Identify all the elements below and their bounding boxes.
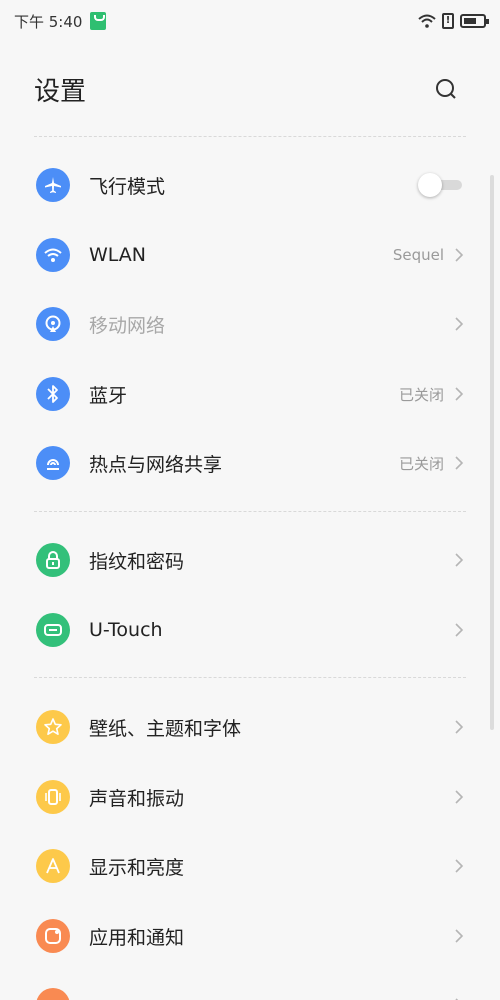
settings-row-label: 移动网络: [89, 314, 166, 337]
wifi-icon: [36, 238, 70, 272]
chevron-right-icon: [455, 387, 464, 401]
wlan-network-name: Sequel: [392, 246, 444, 264]
vibrate-icon: [36, 780, 70, 814]
chevron-right-icon: [455, 859, 464, 873]
display-icon: [36, 849, 70, 883]
hotspot-status: 已关闭: [398, 454, 444, 473]
settings-row-hotspot[interactable]: 热点与网络共享 已关闭: [0, 428, 500, 498]
utouch-icon: [36, 613, 70, 647]
settings-row-display-brightness[interactable]: 显示和亮度: [0, 831, 500, 901]
settings-row-airplane-mode[interactable]: 飞行模式: [0, 150, 500, 220]
settings-row-bluetooth[interactable]: 蓝牙 已关闭: [0, 359, 500, 429]
star-icon: [36, 710, 70, 744]
page-title: 设置: [34, 76, 87, 107]
battery-icon: [460, 14, 489, 28]
settings-row-label: 壁纸、主题和字体: [89, 717, 242, 740]
alert-icon: !: [442, 13, 454, 29]
wifi-status-icon: [418, 14, 436, 28]
chevron-right-icon: [455, 553, 464, 567]
section-divider: [34, 136, 466, 137]
apps-icon: [36, 919, 70, 953]
search-button[interactable]: [426, 69, 466, 109]
page-header: 设置: [0, 42, 500, 136]
chevron-right-icon: [455, 317, 464, 331]
settings-row-mobile-network[interactable]: 移动网络: [0, 289, 500, 359]
bluetooth-icon: [36, 377, 70, 411]
settings-row-wlan[interactable]: WLAN Sequel: [0, 220, 500, 290]
settings-row-label: 热点与网络共享: [89, 453, 223, 476]
settings-row-label: 应用和通知: [89, 926, 185, 949]
mobile-network-icon: [36, 307, 70, 341]
partial-row-icon: [36, 988, 70, 1000]
chevron-right-icon: [455, 720, 464, 734]
hotspot-icon: [36, 446, 70, 480]
chevron-right-icon: [455, 248, 464, 262]
settings-row-label: 蓝牙: [89, 384, 128, 407]
section-divider: [34, 677, 466, 678]
airplane-mode-toggle[interactable]: [418, 172, 464, 198]
airplane-icon: [36, 168, 70, 202]
settings-row-label: 声音和振动: [89, 787, 185, 810]
status-icons: !: [418, 13, 489, 29]
settings-row-sound-vibration[interactable]: 声音和振动: [0, 762, 500, 832]
settings-row-label: U-Touch: [89, 619, 163, 641]
settings-row-wallpaper-theme-font[interactable]: 壁纸、主题和字体: [0, 692, 500, 762]
chevron-right-icon: [455, 623, 464, 637]
section-divider: [34, 511, 466, 512]
chevron-right-icon: [455, 790, 464, 804]
settings-row-partial[interactable]: [0, 970, 500, 1000]
status-time: 下午 5:40: [14, 12, 83, 31]
app-notification-icon: [90, 12, 107, 30]
status-bar: 下午 5:40 !: [0, 0, 500, 42]
settings-row-apps-notifications[interactable]: 应用和通知: [0, 901, 500, 971]
settings-row-u-touch[interactable]: U-Touch: [0, 595, 500, 665]
settings-row-label: WLAN: [89, 244, 147, 266]
settings-row-label: 显示和亮度: [89, 856, 185, 879]
chevron-right-icon: [455, 456, 464, 470]
settings-row-fingerprint-password[interactable]: 指纹和密码: [0, 525, 500, 595]
lock-icon: [36, 543, 70, 577]
settings-row-label: 指纹和密码: [89, 550, 185, 573]
bluetooth-status: 已关闭: [398, 385, 444, 404]
settings-row-label: 飞行模式: [89, 175, 166, 198]
search-icon: [436, 79, 456, 99]
chevron-right-icon: [455, 929, 464, 943]
